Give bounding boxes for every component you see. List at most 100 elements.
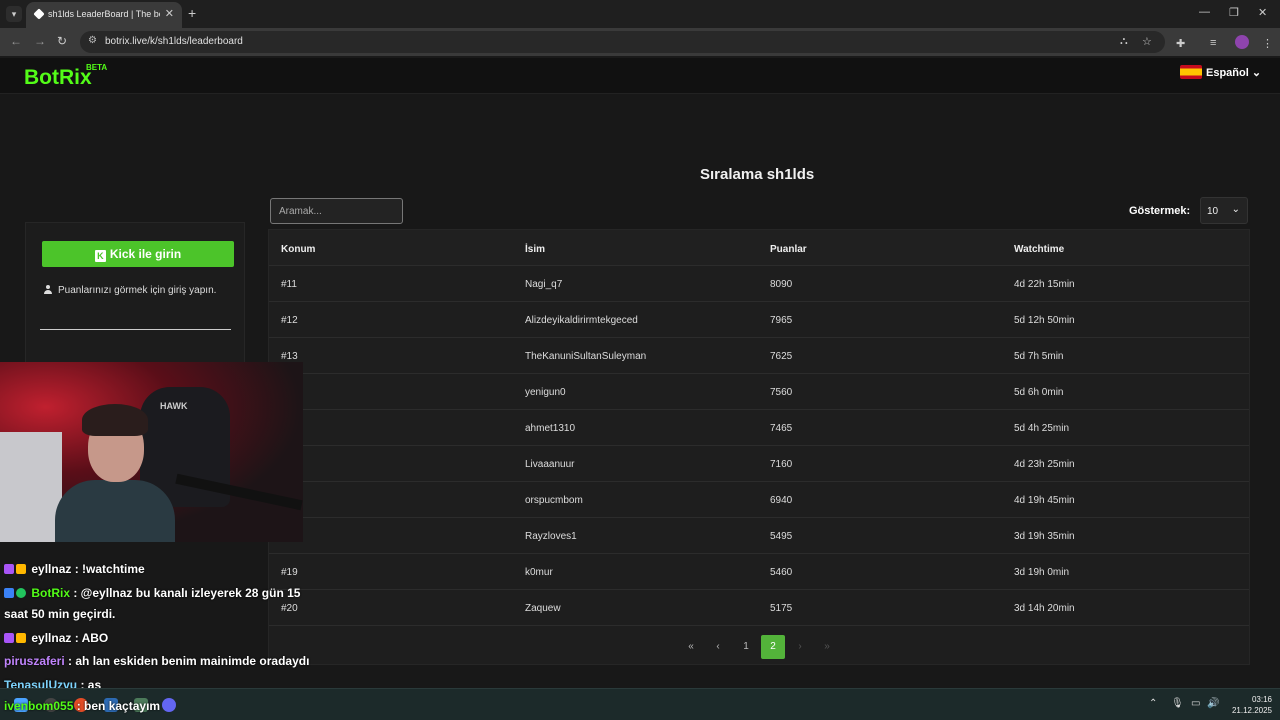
- chevron-down-icon: ⌄: [1231, 204, 1240, 215]
- chat-text: : @eyllnaz bu kanalı izleyerek 28 gün 15: [70, 586, 301, 600]
- chair-logo: HAWK: [160, 401, 188, 411]
- chat-text: : ah lan eskiden benim mainimde oradaydı: [64, 654, 310, 668]
- address-bar[interactable]: ⚙ botrix.live/k/sh1lds/leaderboard ⛬ ☆: [80, 31, 1165, 53]
- chat-user: eyllnaz: [31, 631, 72, 645]
- watchtime-cell: 5d 4h 25min: [1014, 423, 1070, 434]
- page-title: Sıralama sh1lds: [700, 166, 815, 183]
- chat-message: BotRix : @eyllnaz bu kanalı izleyerek 28…: [4, 586, 300, 600]
- language-label: Español: [1206, 67, 1249, 79]
- points-cell: 7625: [770, 351, 793, 362]
- volume-icon[interactable]: 🔊: [1207, 698, 1219, 709]
- profile-avatar[interactable]: [1235, 35, 1249, 49]
- chat-user: piruszaferi: [4, 654, 65, 668]
- leaderboard-table: Konum İsim Puanlar Watchtime #11 Nagi_q7…: [268, 229, 1250, 665]
- table-row: #11 Nagi_q7 8090 4d 22h 15min: [269, 266, 1249, 302]
- column-header[interactable]: İsim: [525, 244, 545, 255]
- page-size-value: 10: [1207, 206, 1219, 217]
- column-header[interactable]: Watchtime: [1014, 244, 1064, 255]
- kick-logo-icon: K: [94, 250, 106, 262]
- chat-message: piruszaferi : ah lan eskiden benim maini…: [4, 654, 309, 668]
- bookmark-star-icon[interactable]: ☆: [1142, 35, 1152, 48]
- chat-user: BotRix: [31, 586, 71, 600]
- forward-icon[interactable]: →: [34, 34, 46, 48]
- name-cell: orspucmbom: [525, 495, 583, 506]
- column-header[interactable]: Konum: [281, 244, 315, 255]
- last-page-icon[interactable]: »: [816, 636, 838, 658]
- watchtime-cell: 3d 19h 35min: [1014, 531, 1075, 542]
- crown-badge-icon: [16, 564, 26, 574]
- translate-icon[interactable]: ⛬: [1120, 35, 1128, 48]
- microphone-icon[interactable]: 🎙: [1171, 698, 1184, 709]
- new-tab-button[interactable]: +: [188, 5, 196, 21]
- browser-tabbar: ▾ sh1lds LeaderBoard | The best C ✕ + — …: [0, 0, 1280, 28]
- chat-message: eyllnaz : ABO: [4, 631, 108, 645]
- points-cell: 8090: [770, 279, 793, 290]
- spain-flag-icon: [1180, 65, 1202, 79]
- pagination: « ‹ 1 2 › »: [269, 632, 1249, 659]
- site-info-icon[interactable]: ⚙: [88, 35, 97, 46]
- beta-badge: BETA: [86, 63, 108, 72]
- rank-cell: #19: [281, 567, 298, 578]
- chevron-down-icon: ⌄: [1251, 67, 1262, 79]
- chat-message: eyllnaz : !watchtime: [4, 562, 145, 576]
- restore-icon[interactable]: ❐: [1229, 6, 1239, 19]
- tray-chevron-icon[interactable]: ⌃: [1149, 698, 1157, 709]
- tab-title: sh1lds LeaderBoard | The best C: [48, 9, 160, 19]
- botrix-logo[interactable]: BotRix: [24, 66, 92, 90]
- prev-page-icon[interactable]: ‹: [707, 636, 729, 658]
- verified-badge-icon: [16, 588, 26, 598]
- back-icon[interactable]: ←: [10, 34, 22, 48]
- reading-list-icon[interactable]: ≡: [1210, 37, 1216, 49]
- points-cell: 7965: [770, 315, 793, 326]
- bot-badge-icon: [4, 588, 14, 598]
- tab-close-icon[interactable]: ✕: [165, 7, 174, 20]
- page-size-select[interactable]: 10 ⌄: [1200, 197, 1248, 224]
- site-favicon-icon: [33, 8, 45, 20]
- points-cell: 7465: [770, 423, 793, 434]
- table-row: ahmet1310 7465 5d 4h 25min: [269, 410, 1249, 446]
- points-cell: 5495: [770, 531, 793, 542]
- discord-icon[interactable]: [162, 698, 176, 712]
- rank-cell: #20: [281, 603, 298, 614]
- page-button-2[interactable]: 2: [761, 635, 785, 659]
- reload-icon[interactable]: ↻: [57, 34, 67, 48]
- table-row: #13 TheKanuniSultanSuleyman 7625 5d 7h 5…: [269, 338, 1249, 374]
- kick-login-button[interactable]: K Kick ile girin: [42, 241, 234, 267]
- table-row: yenigun0 7560 5d 6h 0min: [269, 374, 1249, 410]
- site-navbar: BotRix BETA Español ⌄: [0, 58, 1280, 94]
- page-button-1[interactable]: 1: [735, 636, 757, 658]
- chat-message-continuation: saat 50 min geçirdi.: [4, 607, 115, 621]
- url-text: botrix.live/k/sh1lds/leaderboard: [105, 36, 243, 47]
- window-close-icon[interactable]: ✕: [1258, 6, 1267, 19]
- browser-tab[interactable]: sh1lds LeaderBoard | The best C ✕: [26, 2, 182, 28]
- name-cell: Zaquew: [525, 603, 561, 614]
- name-cell: yenigun0: [525, 387, 566, 398]
- chat-text: : !watchtime: [71, 562, 145, 576]
- browser-menu-icon[interactable]: ⋮: [1262, 37, 1273, 50]
- kick-login-label: Kick ile girin: [109, 247, 182, 261]
- points-cell: 6940: [770, 495, 793, 506]
- extensions-icon[interactable]: ✚: [1176, 37, 1185, 50]
- monitor-shape: [0, 432, 62, 542]
- table-row: Livaaanuur 7160 4d 23h 25min: [269, 446, 1249, 482]
- name-cell: Alizdeyikaldirirmtekgeced: [525, 315, 638, 326]
- divider: [40, 329, 231, 330]
- name-cell: Nagi_q7: [525, 279, 563, 290]
- watchtime-cell: 3d 14h 20min: [1014, 603, 1075, 614]
- network-icon[interactable]: ▭: [1191, 698, 1200, 709]
- minimize-icon[interactable]: —: [1199, 6, 1210, 18]
- next-page-icon[interactable]: ›: [789, 636, 811, 658]
- crown-badge-icon: [16, 633, 26, 643]
- points-cell: 7560: [770, 387, 793, 398]
- search-input[interactable]: [270, 198, 403, 224]
- table-row: orspucmbom 6940 4d 19h 45min: [269, 482, 1249, 518]
- streamer-body: [55, 480, 175, 542]
- sub-badge-icon: [4, 564, 14, 574]
- show-label: Göstermek:: [1129, 205, 1191, 217]
- tab-search-button[interactable]: ▾: [6, 6, 22, 22]
- name-cell: k0mur: [525, 567, 553, 578]
- login-hint-text: Puanlarınızı görmek için giriş yapın.: [58, 285, 217, 296]
- column-header[interactable]: Puanlar: [770, 244, 807, 255]
- first-page-icon[interactable]: «: [680, 636, 702, 658]
- system-clock[interactable]: 03:16 21.12.2025: [1228, 694, 1272, 716]
